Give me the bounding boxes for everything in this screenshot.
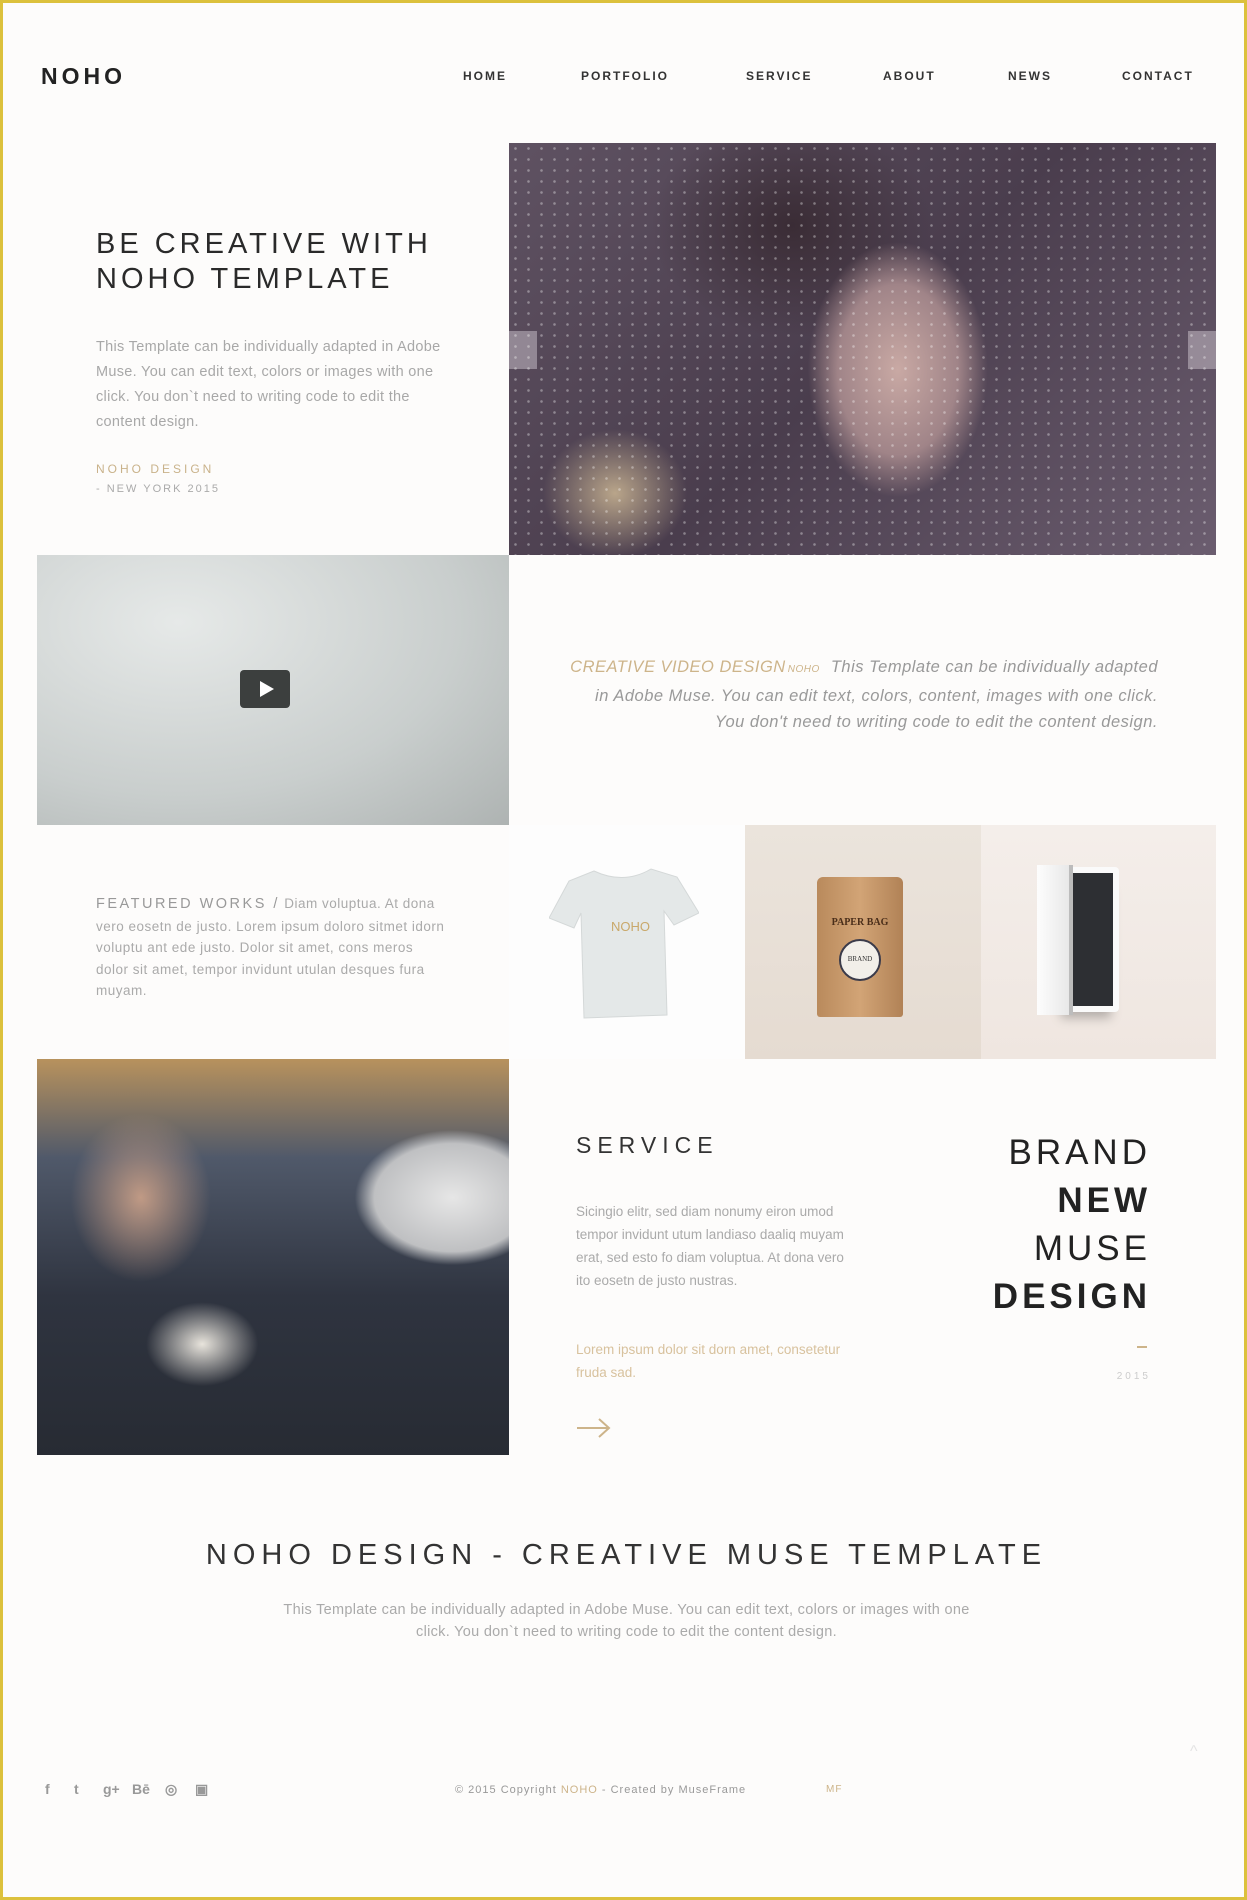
nav-about[interactable]: ABOUT <box>883 69 936 83</box>
arrow-right-icon[interactable] <box>576 1416 612 1440</box>
slider-next-button[interactable] <box>1188 331 1216 369</box>
product-ipad[interactable] <box>981 825 1216 1059</box>
product-tshirt[interactable]: NOHO <box>509 825 745 1059</box>
nav-home[interactable]: HOME <box>463 69 507 83</box>
brand-line-2: NEW <box>1057 1181 1151 1220</box>
brand-line-4: DESIGN <box>992 1277 1151 1316</box>
copyright: © 2015 Copyright NOHO - Created by MuseF… <box>455 1784 747 1796</box>
service-photo <box>37 1059 509 1455</box>
bag-label: PAPER BAG <box>831 917 889 928</box>
ipad-cover <box>1037 865 1073 1015</box>
hero-tag: NOHO DESIGN <box>96 462 215 476</box>
brand-divider <box>1137 1346 1147 1348</box>
copyright-brand-link[interactable]: NOHO <box>561 1784 598 1796</box>
paper-bag-image: PAPER BAG BRAND <box>817 877 903 1017</box>
hero-body: This Template can be individually adapte… <box>96 339 441 430</box>
brand-year: 2015 <box>1116 1371 1151 1382</box>
instagram-icon[interactable]: ▣ <box>195 1781 208 1798</box>
play-icon[interactable] <box>240 670 290 708</box>
bag-badge: BRAND <box>839 939 881 981</box>
service-title: SERVICE <box>576 1132 719 1158</box>
service-body: Sicingio elitr, sed diam nonumy eiron um… <box>576 1204 844 1288</box>
hero-slider-image <box>509 143 1216 555</box>
product-paper-bag[interactable]: PAPER BAG BRAND <box>745 825 981 1059</box>
facebook-icon[interactable]: f <box>45 1781 50 1797</box>
footer-title: NOHO DESIGN - CREATIVE MUSE TEMPLATE <box>205 1539 1048 1571</box>
behance-icon[interactable]: Bē <box>132 1781 150 1797</box>
nav-news[interactable]: NEWS <box>1008 69 1052 83</box>
brand-line-1: BRAND <box>1008 1133 1151 1172</box>
logo[interactable]: NOHO <box>41 63 126 90</box>
hero-title: BE CREATIVE WITH NOHO TEMPLATE <box>96 228 432 295</box>
nav-portfolio[interactable]: PORTFOLIO <box>581 69 669 83</box>
featured-works-text: FEATURED WORKS / Diam voluptua. At dona … <box>96 896 445 998</box>
nav-contact[interactable]: CONTACT <box>1122 69 1194 83</box>
hero-location: - NEW YORK 2015 <box>96 483 220 495</box>
nav-service[interactable]: SERVICE <box>746 69 812 83</box>
brand-line-3: MUSE <box>1033 1229 1151 1268</box>
museframe-logo[interactable]: MF <box>826 1784 842 1795</box>
google-plus-icon[interactable]: g+ <box>103 1781 120 1797</box>
slider-prev-button[interactable] <box>509 331 537 369</box>
svg-text:NOHO: NOHO <box>611 919 650 934</box>
footer-body: This Template can be individually adapte… <box>283 1602 970 1640</box>
back-to-top-icon[interactable]: ^ <box>1190 1743 1198 1761</box>
video-description: CREATIVE VIDEO DESIGN NOHO This Template … <box>570 658 1158 731</box>
dribbble-icon[interactable]: ◎ <box>165 1781 177 1798</box>
service-highlight: Lorem ipsum dolor sit dorn amet, consete… <box>576 1342 841 1380</box>
twitter-icon[interactable]: t <box>74 1781 79 1797</box>
tshirt-image: NOHO <box>549 868 699 1019</box>
